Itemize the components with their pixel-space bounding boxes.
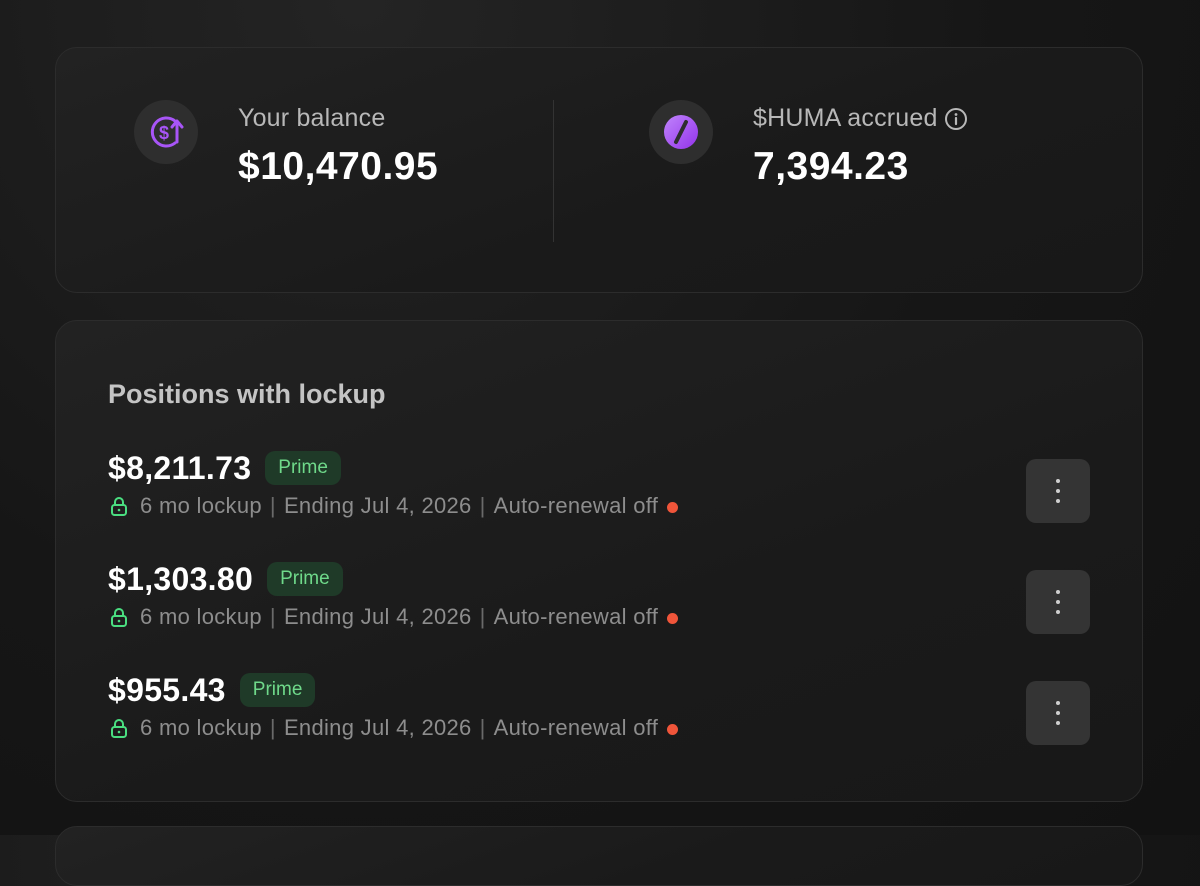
lockup-duration: 6 mo lockup (140, 604, 262, 629)
balance-label: Your balance (238, 104, 386, 132)
auto-renewal-status: Auto-renewal off (493, 715, 659, 740)
lockup-ending: Ending Jul 4, 2026 (283, 493, 472, 518)
dollar-up-icon: $ (134, 100, 198, 164)
lockup-duration: 6 mo lockup (140, 715, 262, 740)
position-amount: $955.43 (108, 671, 226, 708)
prime-badge: Prime (265, 451, 341, 485)
auto-renewal-status: Auto-renewal off (493, 493, 659, 518)
more-vertical-icon (1056, 590, 1060, 594)
status-dot (667, 612, 679, 624)
position-row: $955.43 Prime 6 mo lockup | Ending Jul 4… (108, 671, 1090, 751)
meta-separator: | (269, 493, 276, 518)
more-vertical-icon (1056, 479, 1060, 483)
next-card (55, 826, 1143, 886)
huma-logo-icon (649, 100, 713, 164)
lockup-ending: Ending Jul 4, 2026 (283, 604, 472, 629)
lock-icon (108, 495, 130, 517)
balance-summary-card: $ Your balance $10,470.95 $HUMA accrued … (55, 47, 1143, 293)
lockup-duration: 6 mo lockup (140, 493, 262, 518)
meta-separator: | (269, 715, 276, 740)
prime-badge: Prime (267, 562, 343, 596)
more-vertical-icon (1056, 701, 1060, 705)
huma-accrued-value: 7,394.23 (753, 145, 909, 188)
huma-accrued-label: $HUMA accrued (753, 104, 938, 132)
balance-stat: $ Your balance $10,470.95 (134, 100, 438, 189)
auto-renewal-status: Auto-renewal off (493, 604, 659, 629)
position-amount: $8,211.73 (108, 449, 252, 486)
lockup-ending: Ending Jul 4, 2026 (283, 715, 472, 740)
info-icon[interactable] (944, 107, 968, 131)
lock-icon (108, 717, 130, 739)
position-amount: $1,303.80 (108, 560, 254, 597)
lock-icon (108, 606, 130, 628)
prime-badge: Prime (239, 673, 316, 707)
positions-card: Positions with lockup $8,211.73 Prime 6 … (55, 320, 1143, 802)
more-options-button[interactable] (1026, 570, 1090, 634)
balance-value: $10,470.95 (238, 145, 439, 188)
positions-title: Positions with lockup (108, 379, 386, 409)
summary-divider (553, 100, 554, 242)
more-options-button[interactable] (1026, 681, 1090, 745)
status-dot (667, 723, 679, 735)
huma-accrued-stat: $HUMA accrued 7,394.23 (649, 100, 968, 189)
svg-text:$: $ (159, 123, 169, 143)
meta-separator: | (479, 493, 486, 518)
position-row: $8,211.73 Prime 6 mo lockup | Ending Jul… (108, 449, 1090, 529)
meta-separator: | (479, 604, 486, 629)
more-options-button[interactable] (1026, 459, 1090, 523)
meta-separator: | (269, 604, 276, 629)
status-dot (667, 501, 679, 513)
meta-separator: | (479, 715, 486, 740)
position-row: $1,303.80 Prime 6 mo lockup | Ending Jul… (108, 560, 1090, 640)
